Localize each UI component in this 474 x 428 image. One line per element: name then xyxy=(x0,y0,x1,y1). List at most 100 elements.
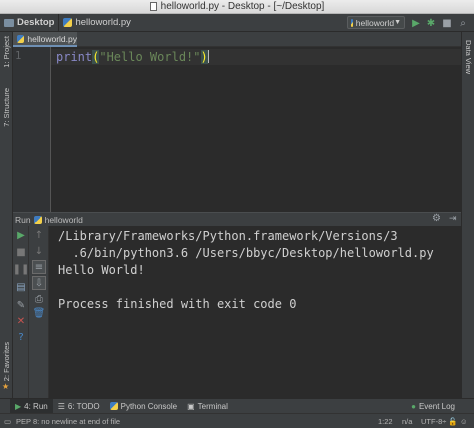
scroll-to-end-toggle[interactable]: ⇩ xyxy=(32,276,46,290)
todo-icon: ☰ xyxy=(57,401,65,411)
code-function-name: print xyxy=(56,50,93,64)
trash-icon: 🗑 xyxy=(32,307,46,319)
tool-tab-terminal-label: Terminal xyxy=(197,401,228,411)
rerun-button[interactable]: ▶ xyxy=(14,228,28,242)
gear-icon[interactable]: ⚙ xyxy=(432,213,441,224)
run-panel-config: helloworld xyxy=(44,214,83,225)
cursor-position[interactable]: 1:22 xyxy=(378,417,393,426)
tool-tab-event-log-label: Event Log xyxy=(418,401,455,411)
help-icon: ? xyxy=(18,331,24,343)
debug-button[interactable]: ✱ xyxy=(424,16,438,30)
run-configuration-dropdown[interactable]: helloworld ▼ xyxy=(347,16,405,29)
python-file-icon xyxy=(33,215,42,224)
code-close-paren: ) xyxy=(200,50,208,64)
event-log-icon: ● xyxy=(411,401,416,411)
close-button[interactable]: ✕ xyxy=(14,314,28,328)
print-icon: ⎙ xyxy=(35,293,43,305)
play-icon: ▶ xyxy=(17,229,25,241)
python-console-icon xyxy=(109,402,118,410)
wrap-icon: ≡ xyxy=(34,261,44,273)
arrow-up-icon: ↑ xyxy=(34,229,44,241)
breadcrumb-project[interactable]: Desktop xyxy=(0,13,60,32)
run-button[interactable]: ▶ xyxy=(409,16,423,30)
line-number: 1 xyxy=(15,50,22,62)
text-caret xyxy=(207,50,209,63)
search-everywhere-button[interactable]: ⌕ xyxy=(456,16,470,30)
document-icon xyxy=(149,2,157,11)
lock-icon[interactable]: 🔓 xyxy=(448,417,457,426)
tool-window-bar: ▶ 4: Run ☰ 6: TODO Python Console ▣ Term… xyxy=(0,398,474,414)
console-output: /Library/Frameworks/Python.framework/Ver… xyxy=(58,229,434,311)
tool-tab-python-console[interactable]: Python Console xyxy=(105,399,182,414)
search-icon: ⌕ xyxy=(460,17,466,29)
folder-icon xyxy=(4,18,14,27)
editor-gutter: 1 xyxy=(13,47,51,212)
inspector-icon[interactable]: ☺ xyxy=(460,417,468,426)
toggle-tool-windows-button[interactable] xyxy=(0,399,10,414)
clear-all-button[interactable]: 🗑 xyxy=(32,306,46,320)
tool-tab-data-view[interactable]: Data View xyxy=(462,40,474,74)
star-icon: ★ xyxy=(2,382,10,391)
file-encoding[interactable]: UTF-8÷ xyxy=(421,417,446,426)
status-bar: ▭ PEP 8: no newline at end of file 1:22 … xyxy=(0,413,474,428)
bug-icon: ✱ xyxy=(426,17,436,29)
help-button[interactable]: ? xyxy=(14,330,28,344)
play-icon: ▶ xyxy=(15,401,22,411)
stop-process-button[interactable]: ■ xyxy=(14,245,28,259)
pause-button[interactable]: ❚❚ xyxy=(12,262,30,276)
stop-icon: ■ xyxy=(16,246,26,258)
tool-tab-project[interactable]: 1: Project xyxy=(0,36,13,68)
breadcrumb-file[interactable]: helloworld.py xyxy=(59,14,134,32)
breadcrumb-project-label: Desktop xyxy=(17,17,55,28)
status-message: PEP 8: no newline at end of file xyxy=(16,417,121,426)
tool-tab-run-label: 4: Run xyxy=(24,401,48,411)
stop-icon: ■ xyxy=(442,17,452,29)
scroll-down-button[interactable]: ↓ xyxy=(32,244,46,258)
pause-icon: ❚❚ xyxy=(12,263,30,275)
tool-tab-python-console-label: Python Console xyxy=(120,401,178,411)
python-file-icon xyxy=(351,18,353,27)
tool-tab-structure[interactable]: 7: Structure xyxy=(0,88,13,127)
left-tool-strip: 1: Project 7: Structure 2: Favorites ★ xyxy=(0,32,13,398)
scroll-up-button[interactable]: ↑ xyxy=(32,228,46,242)
tool-tab-todo-label: 6: TODO xyxy=(67,401,100,411)
tool-tab-todo[interactable]: ☰ 6: TODO xyxy=(53,399,105,414)
chevron-down-icon: ▼ xyxy=(394,19,401,26)
print-button[interactable]: ⎙ xyxy=(32,292,46,306)
play-icon: ▶ xyxy=(412,17,420,29)
run-toolbar-secondary: ↑ ↓ ≡ ⇩ ⎙ 🗑 xyxy=(29,226,49,398)
code-string-literal: "Hello World!" xyxy=(99,50,201,64)
soft-wrap-toggle[interactable]: ≡ xyxy=(32,260,46,274)
pin-tab-button[interactable]: ✎ xyxy=(14,298,28,312)
pin-icon: ✎ xyxy=(16,299,26,311)
code-line[interactable]: print("Hello World!") xyxy=(56,50,209,64)
stop-button[interactable]: ■ xyxy=(440,16,454,30)
run-panel-title: Run xyxy=(15,214,31,225)
layout-icon: ▤ xyxy=(16,281,26,293)
run-panel-header: Run helloworld ⚙ ⇥ xyxy=(13,212,461,226)
run-console[interactable]: /Library/Frameworks/Python.framework/Ver… xyxy=(49,226,461,398)
tool-tab-run[interactable]: ▶ 4: Run xyxy=(10,398,53,414)
right-tool-strip: Data View xyxy=(461,32,474,398)
tool-tab-terminal[interactable]: ▣ Terminal xyxy=(182,399,233,414)
line-separator[interactable]: n/a xyxy=(402,417,412,426)
terminal-icon: ▣ xyxy=(187,401,195,411)
editor-tab-bar: helloworld.py xyxy=(13,32,461,47)
hide-panel-icon[interactable]: ⇥ xyxy=(449,213,457,224)
editor-tab-label: helloworld.py xyxy=(27,33,77,44)
code-editor[interactable]: print("Hello World!") xyxy=(51,47,461,212)
run-toolbar-primary: ▶ ■ ❚❚ ▤ ✎ ✕ ? xyxy=(13,226,29,398)
window-title-bar: helloworld.py - Desktop - [~/Desktop] xyxy=(0,0,474,14)
run-config-label: helloworld xyxy=(355,17,395,28)
close-icon: ✕ xyxy=(16,315,26,327)
arrow-down-icon: ↓ xyxy=(34,245,44,257)
status-layout-icon[interactable]: ▭ xyxy=(4,417,11,426)
python-file-icon xyxy=(63,18,73,27)
scroll-end-icon: ⇩ xyxy=(34,277,44,289)
tool-tab-event-log[interactable]: ● Event Log xyxy=(406,399,460,414)
editor-tab-helloworld[interactable]: helloworld.py xyxy=(13,32,77,47)
navigation-bar: Desktop helloworld.py helloworld ▼ ▶ ✱ ■… xyxy=(0,13,474,32)
tool-tab-favorites[interactable]: 2: Favorites xyxy=(0,342,13,381)
restore-layout-button[interactable]: ▤ xyxy=(14,280,28,294)
breadcrumb-file-label: helloworld.py xyxy=(75,17,131,28)
